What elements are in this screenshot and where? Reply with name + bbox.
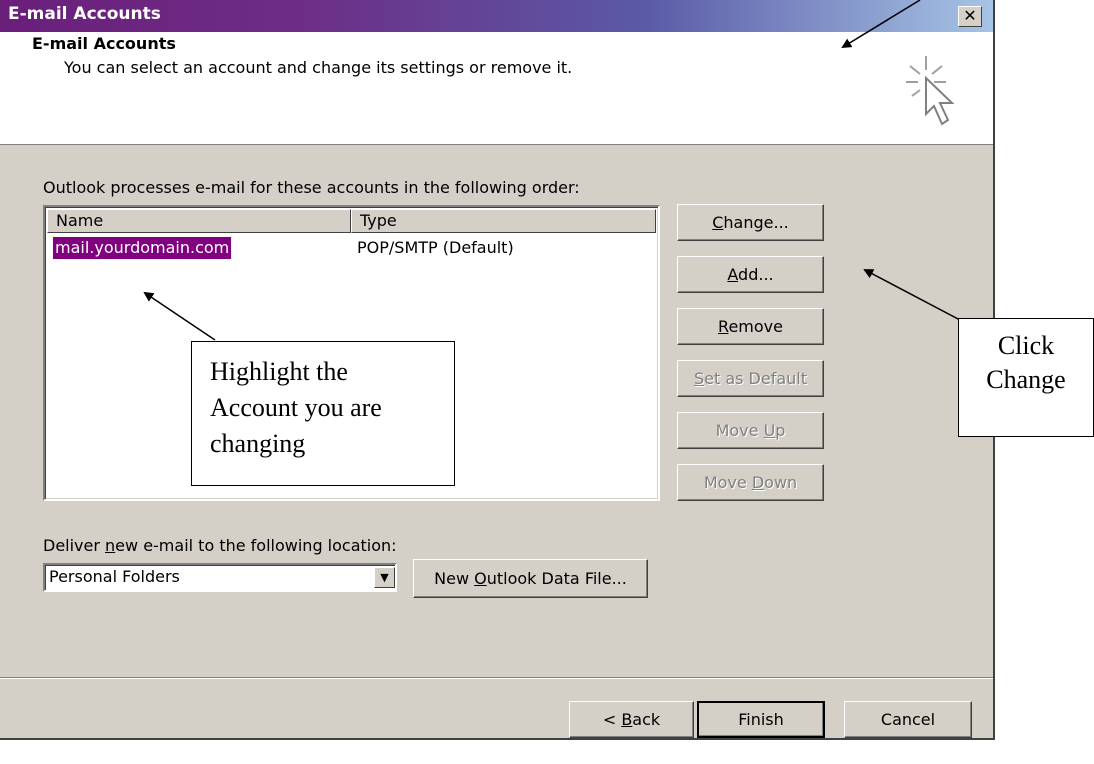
arrow-to-title-bar xyxy=(841,0,921,49)
annotation-arrows xyxy=(143,0,961,341)
highlight-callout: Highlight the Account you are changing xyxy=(191,341,455,486)
arrow-to-account xyxy=(143,291,216,341)
click-change-callout: Click Change xyxy=(958,318,1094,437)
arrow-to-add xyxy=(863,269,961,321)
